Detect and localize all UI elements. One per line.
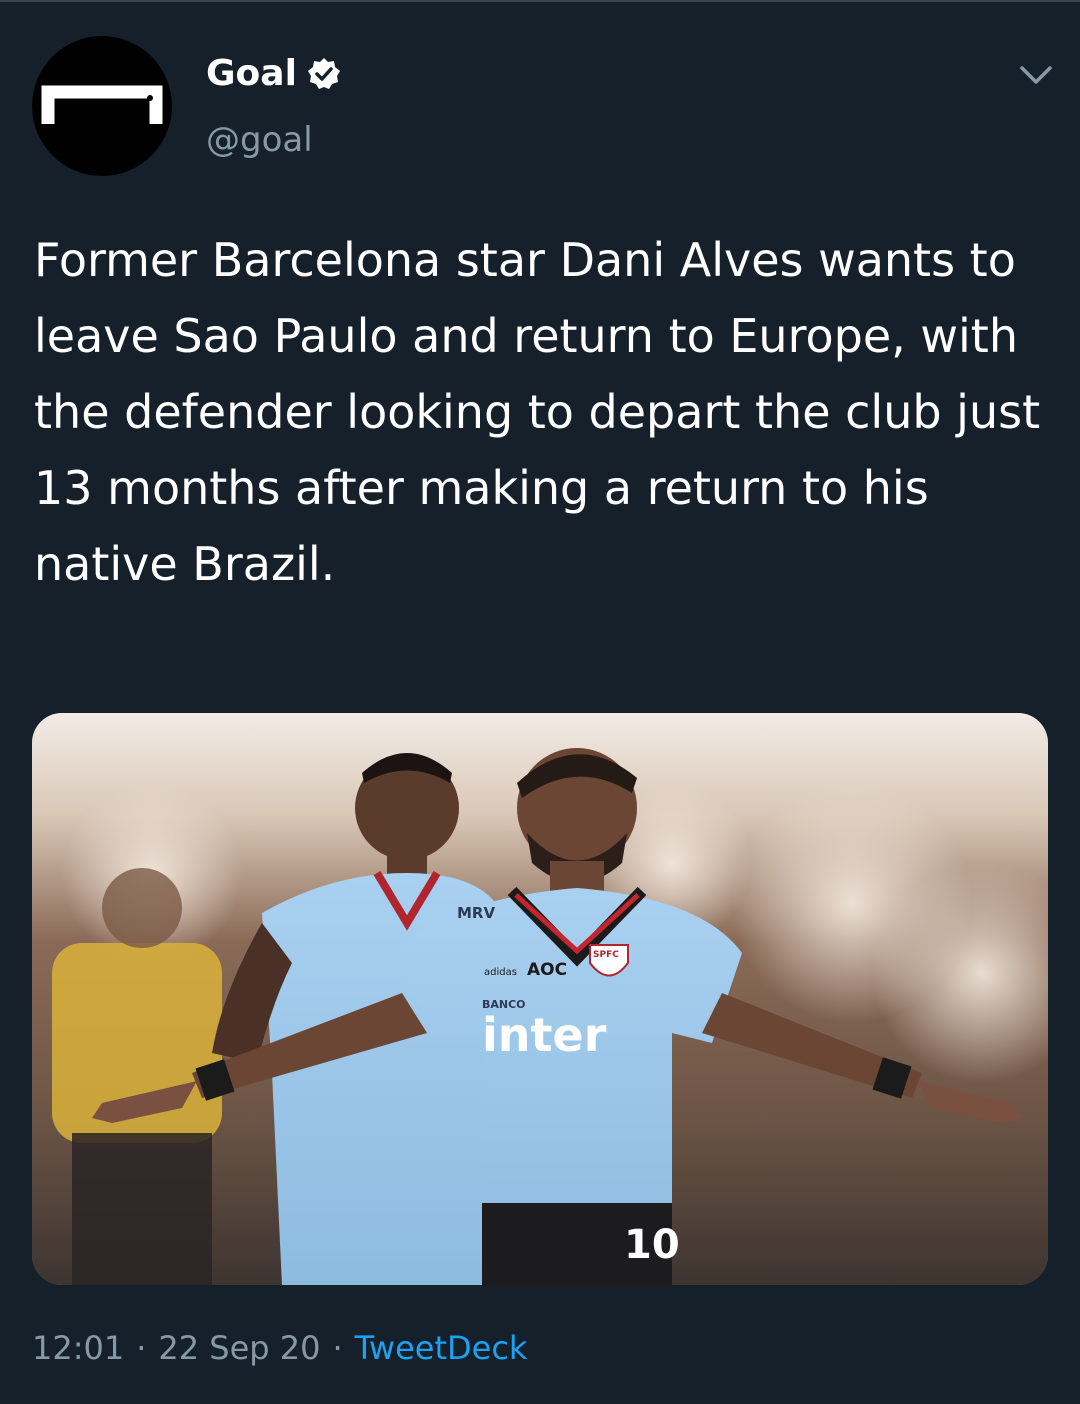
author-name-row[interactable]: Goal [206, 52, 341, 96]
tweet-meta: 12:01 · 22 Sep 20 · TweetDeck [32, 1326, 527, 1370]
chevron-down-icon[interactable] [1014, 56, 1058, 96]
tweet-photo[interactable]: MRV BANCO inter adidas AOC SPFC 10 [32, 713, 1048, 1285]
author-handle[interactable]: @goal [206, 118, 313, 162]
jersey-aoc: AOC [527, 960, 567, 980]
author-display-name[interactable]: Goal [206, 52, 297, 96]
top-divider [0, 0, 1080, 2]
verified-badge-icon [307, 57, 341, 91]
jersey-sponsor-main: inter [482, 1008, 607, 1062]
jersey-brand: adidas [484, 967, 517, 978]
author-avatar[interactable] [32, 36, 172, 176]
jersey-sponsor-top: MRV [457, 904, 495, 922]
meta-separator: · [332, 1329, 343, 1367]
jersey-club-badge: SPFC [593, 950, 619, 960]
tweet-date[interactable]: 22 Sep 20 [158, 1326, 320, 1370]
goal-logo-icon [41, 85, 163, 124]
jersey-number: 10 [624, 1222, 680, 1268]
tweet-time[interactable]: 12:01 [32, 1326, 124, 1370]
meta-separator: · [136, 1329, 147, 1367]
tweet-text: Former Barcelona star Dani Alves wants t… [34, 233, 1041, 591]
tweet-source-link[interactable]: TweetDeck [355, 1326, 528, 1370]
